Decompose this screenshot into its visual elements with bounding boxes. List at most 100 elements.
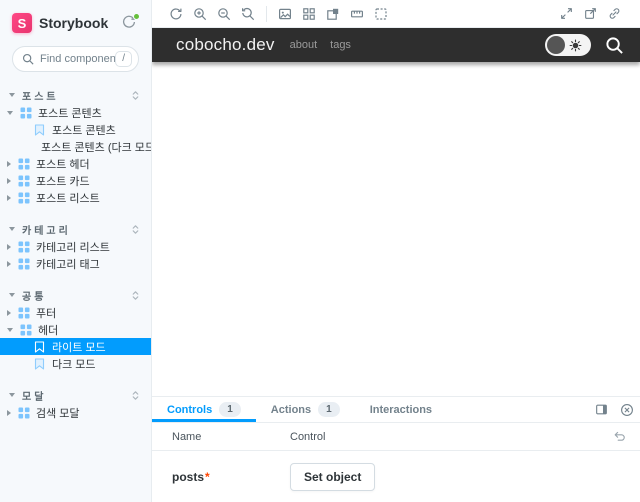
search-shortcut-key: /: [115, 51, 132, 67]
sidebar-section-common[interactable]: 공통: [0, 286, 151, 304]
storybook-logo-icon[interactable]: S: [12, 13, 32, 33]
sidebar-story[interactable]: 다크 모드: [0, 355, 151, 372]
collapse-section-icon[interactable]: [130, 90, 141, 101]
column-header-name: Name: [172, 430, 202, 443]
backgrounds-button[interactable]: [273, 2, 297, 26]
tab-controls[interactable]: Controls 1: [152, 397, 256, 422]
remount-button[interactable]: [164, 2, 188, 26]
sidebar-component[interactable]: 헤더: [0, 321, 151, 338]
theme-toggle-switch[interactable]: [545, 34, 591, 56]
collapse-section-icon[interactable]: [130, 290, 141, 301]
nav-link-tags[interactable]: tags: [330, 39, 351, 51]
main-area: cobocho.dev about tags Controls 1 Action…: [152, 0, 640, 502]
story-label: 포스트 콘텐츠 (다크 모드): [41, 141, 152, 154]
caret-right-icon: [7, 409, 11, 416]
notification-dot: [133, 13, 140, 20]
search-row: /: [0, 36, 151, 76]
viewport-button[interactable]: [321, 2, 345, 26]
component-icon: [18, 192, 30, 203]
tab-label: Actions: [270, 403, 312, 416]
open-in-new-tab-button[interactable]: [578, 2, 602, 26]
section-label: 포스트: [22, 91, 59, 103]
collapse-section-icon[interactable]: [130, 224, 141, 235]
story-preview-canvas: cobocho.dev about tags: [152, 28, 640, 396]
sidebar-story-selected[interactable]: 라이트 모드: [0, 338, 151, 355]
canvas-toolbar: [152, 0, 640, 28]
tab-actions[interactable]: Actions 1: [256, 397, 355, 422]
section-label: 공통: [22, 291, 47, 303]
caret-right-icon: [7, 194, 11, 201]
search-icon: [22, 53, 34, 65]
panel-tabbar: Controls 1 Actions 1 Interactions: [152, 397, 640, 423]
copy-link-button[interactable]: [602, 2, 626, 26]
component-label: 검색 모달: [36, 407, 80, 420]
preview-site-logo[interactable]: cobocho.dev: [176, 35, 275, 55]
caret-down-icon: [9, 227, 15, 231]
sidebar-section-posts[interactable]: 포스트: [0, 86, 151, 104]
set-object-button[interactable]: Set object: [290, 463, 376, 491]
sidebar-component[interactable]: 포스트 헤더: [0, 155, 151, 172]
story-icon: [34, 340, 45, 353]
component-icon: [18, 241, 30, 252]
caret-right-icon: [7, 309, 11, 316]
fullscreen-button[interactable]: [554, 2, 578, 26]
search-input[interactable]: [40, 53, 116, 65]
sidebar-component[interactable]: 검색 모달: [0, 404, 151, 421]
zoom-reset-button[interactable]: [236, 2, 260, 26]
tab-label: Interactions: [369, 403, 433, 416]
component-label: 푸터: [36, 307, 57, 320]
preview-site-nav: about tags: [290, 39, 545, 51]
component-icon: [18, 158, 30, 169]
arg-name-text: posts: [172, 470, 205, 484]
story-icon: [34, 357, 45, 370]
tab-badge: 1: [219, 402, 241, 417]
caret-right-icon: [7, 243, 11, 250]
caret-down-icon: [9, 93, 15, 97]
column-header-control: Control: [290, 430, 326, 443]
close-panel-button[interactable]: [614, 397, 640, 422]
collapse-section-icon[interactable]: [130, 390, 141, 401]
caret-right-icon: [7, 177, 11, 184]
outline-button[interactable]: [369, 2, 393, 26]
app-title: Storybook: [39, 15, 109, 31]
caret-down-icon: [9, 393, 15, 397]
preview-search-icon[interactable]: [605, 36, 624, 55]
preview-site-header: cobocho.dev about tags: [152, 28, 640, 62]
component-label: 카테고리 태그: [36, 258, 100, 271]
caret-down-icon: [9, 293, 15, 297]
toolbar-divider: [266, 5, 267, 22]
sidebar-component[interactable]: 포스트 리스트: [0, 189, 151, 206]
sidebar-component[interactable]: 카테고리 태그: [0, 255, 151, 272]
story-icon: [34, 123, 45, 136]
nav-link-about[interactable]: about: [290, 39, 318, 51]
reset-controls-icon[interactable]: [613, 430, 626, 443]
tab-interactions[interactable]: Interactions: [355, 397, 447, 422]
toggle-knob: [547, 36, 565, 54]
sidebar-component[interactable]: 포스트 카드: [0, 172, 151, 189]
tab-badge: 1: [318, 402, 340, 417]
sidebar-component[interactable]: 푸터: [0, 304, 151, 321]
zoom-in-button[interactable]: [188, 2, 212, 26]
sidebar-story[interactable]: 포스트 콘텐츠 (다크 모드): [0, 138, 151, 155]
component-icon: [20, 324, 32, 335]
zoom-out-button[interactable]: [212, 2, 236, 26]
sidebar-section-modal[interactable]: 모달: [0, 386, 151, 404]
search-box[interactable]: /: [12, 46, 139, 72]
measure-button[interactable]: [345, 2, 369, 26]
sidebar-component[interactable]: 카테고리 리스트: [0, 238, 151, 255]
tab-label: Controls: [167, 403, 213, 416]
sidebar-component[interactable]: 포스트 콘텐츠: [0, 104, 151, 121]
sidebar-section-category[interactable]: 카테고리: [0, 220, 151, 238]
component-icon: [18, 407, 30, 418]
story-label: 포스트 콘텐츠: [52, 124, 116, 137]
sidebar-story[interactable]: 포스트 콘텐츠: [0, 121, 151, 138]
update-available-icon[interactable]: [121, 13, 140, 32]
sun-icon: [569, 39, 582, 51]
caret-down-icon: [7, 327, 13, 332]
table-row: posts* Set object: [152, 451, 640, 491]
panel-position-button[interactable]: [588, 397, 614, 422]
component-icon: [18, 307, 30, 318]
grid-button[interactable]: [297, 2, 321, 26]
story-label: 라이트 모드: [52, 341, 106, 354]
arg-name: posts*: [172, 470, 290, 484]
